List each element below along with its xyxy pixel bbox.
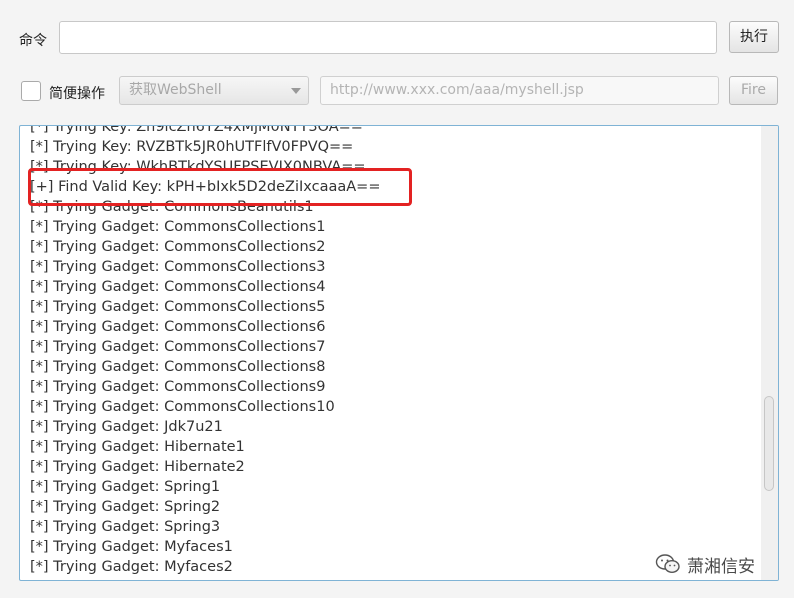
scrollbar-thumb[interactable] <box>764 396 774 491</box>
chevron-down-icon <box>291 88 301 94</box>
simple-mode-label: 简便操作 <box>49 86 105 102</box>
watermark: 萧湘信安 <box>655 551 755 577</box>
simple-mode-checkbox[interactable] <box>21 81 41 101</box>
command-input[interactable] <box>59 21 717 54</box>
shell-action-value: 获取WebShell <box>129 82 222 98</box>
log-line: [*] Trying Gadget: CommonsCollections7 <box>30 339 326 355</box>
shell-url-placeholder: http://www.xxx.com/aaa/myshell.jsp <box>330 82 584 98</box>
log-line: [*] Trying Gadget: C3P0 <box>30 577 380 580</box>
log-line: [*] Trying Gadget: Spring3 <box>30 519 221 535</box>
log-line: [*] Trying Gadget: Jdk7u21 <box>30 419 223 435</box>
log-line: [*] Trying Gadget: CommonsCollections2 <box>30 239 326 255</box>
shell-action-select[interactable]: 获取WebShell <box>119 76 309 105</box>
fire-button[interactable]: Fire <box>729 76 778 105</box>
log-line: [*] Trying Gadget: CommonsCollections5 <box>30 299 326 315</box>
watermark-text: 萧湘信安 <box>687 556 755 577</box>
valid-key-highlight <box>28 168 412 206</box>
log-line: [*] Trying Gadget: Spring2 <box>30 499 221 515</box>
log-line: [*] Trying Gadget: CommonsCollections4 <box>30 279 326 295</box>
log-line: [*] Trying Gadget: CommonsCollections3 <box>30 259 326 275</box>
log-line: [*] Trying Gadget: Myfaces1 <box>30 539 233 555</box>
log-line: [*] Trying Key: RVZBTk5JR0hUTFlfV0FPVQ== <box>30 139 354 155</box>
log-line: [*] Trying Gadget: CommonsCollections8 <box>30 359 326 375</box>
shell-url-input[interactable]: http://www.xxx.com/aaa/myshell.jsp <box>320 76 719 105</box>
log-line: [*] Trying Gadget: CommonsCollections10 <box>30 399 335 415</box>
execute-button[interactable]: 执行 <box>729 21 779 53</box>
log-line: [*] Trying Gadget: CommonsCollections9 <box>30 379 326 395</box>
output-scrollbar[interactable] <box>761 126 778 580</box>
command-label: 命令 <box>19 33 47 49</box>
log-line: [*] Trying Gadget: CommonsCollections6 <box>30 319 326 335</box>
log-line: [*] Trying Gadget: Myfaces2 <box>30 559 233 575</box>
wechat-icon <box>655 554 680 574</box>
log-line: [*] Trying Gadget: CommonsCollections1 <box>30 219 326 235</box>
log-line: [*] Trying Gadget: Hibernate1 <box>30 439 245 455</box>
log-line: [*] Trying Gadget: Spring1 <box>30 479 221 495</box>
log-line: [*] Trying Key: Zn9lcZn6YZ4xMjM0NTY3OA== <box>30 125 363 135</box>
log-line: [*] Trying Gadget: Hibernate2 <box>30 459 245 475</box>
